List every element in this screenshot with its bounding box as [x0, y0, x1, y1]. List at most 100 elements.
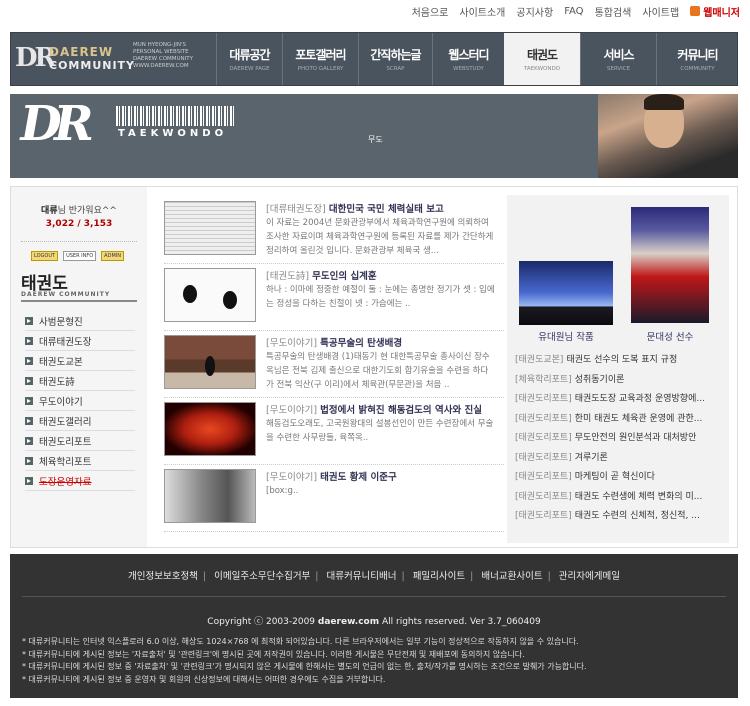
- logo-line2: COMMUNITY: [49, 59, 136, 72]
- recent-post-item[interactable]: [태권도리포트] 태권도 수련의 신체적, 정신적, ...: [515, 505, 725, 525]
- article-thumbnail[interactable]: [164, 402, 256, 456]
- copyright-prefix: Copyright ⓒ 2003-2009: [207, 617, 318, 627]
- figure-shape: [205, 356, 215, 376]
- arrow-icon: [25, 396, 33, 405]
- sidebar-subtitle: DAEREW COMMUNITY: [21, 291, 137, 302]
- rss-icon: [690, 6, 701, 16]
- menu-sublabel: TAEKWONDO: [523, 66, 561, 72]
- sidebar-item[interactable]: 태권도리포트: [25, 431, 135, 451]
- recent-post-item[interactable]: [체육학리포트] 성취동기이론: [515, 369, 725, 389]
- toplink-faq[interactable]: FAQ: [564, 6, 583, 17]
- barcode-graphic: [116, 106, 234, 126]
- article-category: [태권도詩]: [266, 271, 310, 282]
- rss-link[interactable]: 웹매니저: [690, 4, 740, 19]
- menu-sublabel: DAEREW PAGE: [229, 66, 270, 72]
- article-thumbnail[interactable]: [164, 268, 256, 322]
- footer-notes: * 대류커뮤니티는 인터넷 익스플로러 6.0 이상, 해상도 1024×768…: [22, 636, 732, 686]
- sidebar-item-label: 태권도리포트: [39, 436, 92, 448]
- recent-post-item[interactable]: [태권도리포트] 태권도 수련생에 체력 변화의 미...: [515, 486, 725, 506]
- article-title-row[interactable]: [대류태권도장] 대한민국 국민 체력실태 보고: [266, 201, 498, 215]
- separator: |: [315, 571, 319, 582]
- article-title: 대한민국 국민 체력실태 보고: [328, 204, 444, 215]
- footer-link-admin-mail[interactable]: 관리자에게메일: [559, 571, 620, 582]
- recent-post-item[interactable]: [태권도리포트] 겨루기론: [515, 447, 725, 467]
- article-thumbnail[interactable]: [164, 469, 256, 523]
- arrow-icon: [25, 356, 33, 365]
- article-title-row[interactable]: [무도이야기] 법정에서 밝혀진 해동검도의 역사와 진실: [266, 402, 498, 416]
- sidebar-item[interactable]: 태권도갤러리: [25, 411, 135, 431]
- footer-links: 개인정보보호정책 | 이메일주소무단수집거부 | 대류커뮤니티배너 | 패밀리사이트 |…: [10, 568, 738, 582]
- sidebar-item[interactable]: 대류태권도장: [25, 331, 135, 351]
- post-category: [태권도리포트]: [515, 472, 572, 483]
- sidebar-item-label: 체육학리포트: [39, 456, 92, 468]
- recent-post-item[interactable]: [태권도리포트] 마케팅이 곧 혁신이다: [515, 466, 725, 486]
- article-thumbnail[interactable]: [164, 201, 256, 255]
- menu-photo-gallery[interactable]: 포토갤러리 PHOTO GALLERY: [282, 33, 358, 85]
- toplink-sitemap[interactable]: 사이트맵: [642, 4, 679, 19]
- recent-post-item[interactable]: [태권도리포트] 태권도도장 교육과정 운영방향에...: [515, 388, 725, 408]
- article-title-row[interactable]: [무도이야기] 태권도 황제 이준구: [266, 469, 498, 483]
- sidebar-item[interactable]: 태권도詩: [25, 371, 135, 391]
- admin-button[interactable]: ADMIN: [101, 251, 124, 261]
- recent-post-item[interactable]: [태권도교본] 태권도 선수의 도복 표지 규정: [515, 349, 725, 369]
- arrow-icon: [25, 316, 33, 325]
- banner-photo: [598, 94, 738, 178]
- section-banner: DR TAEKWONDO 무도: [10, 94, 738, 178]
- featured-photo-1[interactable]: [519, 261, 613, 325]
- article-excerpt: 해동검도오래도, 고국원왕대의 설봉선인이 만든 수련장에서 무술을 수련한 사…: [266, 419, 494, 443]
- footer-link-email-refusal[interactable]: 이메일주소무단수집거부: [214, 571, 310, 582]
- menu-label: 웹스터디: [448, 48, 489, 62]
- menu-label: 포토갤러리: [295, 48, 346, 62]
- copyright: Copyright ⓒ 2003-2009 daerew.com All rig…: [10, 614, 738, 627]
- footer-link-banner-exchange[interactable]: 배너교환사이트: [481, 571, 542, 582]
- toplink-search[interactable]: 통합검색: [595, 4, 632, 19]
- menu-daerew-page[interactable]: 대류공간 DAEREW PAGE: [216, 33, 282, 85]
- logout-button[interactable]: LOGOUT: [31, 251, 59, 261]
- article-excerpt: [box:g..: [266, 486, 299, 496]
- article-title-row[interactable]: [무도이야기] 특공무술의 탄생배경: [266, 335, 498, 349]
- site-logo[interactable]: DR DAEREW COMMUNITY: [15, 39, 134, 79]
- sidebar-item-label: 대류태권도장: [39, 336, 92, 348]
- featured-caption-1[interactable]: 유대원님 작품: [519, 329, 613, 343]
- user-info-button[interactable]: USER INFO: [63, 251, 97, 261]
- menu-webstudy[interactable]: 웹스터디 WEBSTUDY: [432, 33, 504, 85]
- arrow-icon: [25, 476, 33, 485]
- article-title-row[interactable]: [태권도詩] 무도인의 십계훈: [266, 268, 498, 282]
- recent-post-item[interactable]: [태권도리포트] 무도안전의 원인분석과 대처방안: [515, 427, 725, 447]
- post-title: 태권도 수련의 신체적, 정신적, ...: [574, 511, 700, 522]
- footer-link-banner[interactable]: 대류커뮤니티배너: [327, 571, 397, 582]
- figure-shape: [223, 291, 237, 309]
- article-title: 무도인의 십계훈: [312, 271, 377, 282]
- menu-scrap[interactable]: 간직하는글 SCRAP: [358, 33, 432, 85]
- banner-mark: DR: [15, 96, 91, 152]
- menu-label: 태권도: [526, 48, 558, 62]
- toplink-notice[interactable]: 공지사항: [516, 4, 553, 19]
- menu-taekwondo[interactable]: 태권도 TAEKWONDO: [504, 33, 580, 85]
- toplink-home[interactable]: 처음으로: [412, 4, 449, 19]
- recent-post-item[interactable]: [태권도리포트] 한미 태권도 체육관 운영에 관한...: [515, 408, 725, 428]
- featured-caption-2[interactable]: 문대성 선수: [631, 329, 709, 343]
- arrow-icon: [25, 456, 33, 465]
- post-title: 마케팅이 곧 혁신이다: [574, 472, 655, 483]
- personal-line: DAEREW COMMUNITY: [133, 56, 194, 62]
- footer-link-family[interactable]: 패밀리사이트: [413, 571, 465, 582]
- menu-community[interactable]: 커뮤니티 COMMUNITY: [656, 33, 738, 85]
- article-item: [무도이야기] 법정에서 밝혀진 해동검도의 역사와 진실 해동검도오래도, 고…: [164, 398, 504, 465]
- sidebar-item[interactable]: 도장운영자료: [25, 471, 135, 491]
- article-thumbnail[interactable]: [164, 335, 256, 389]
- sidebar-item[interactable]: 무도이야기: [25, 391, 135, 411]
- greeting-text: 님 반가워요^^: [57, 206, 117, 216]
- toplink-about[interactable]: 사이트소개: [459, 4, 505, 19]
- arrow-icon: [25, 436, 33, 445]
- post-title: 태권도 수련생에 체력 변화의 미...: [574, 491, 703, 502]
- article-item: [무도이야기] 태권도 황제 이준구 [box:g..: [164, 465, 504, 532]
- footer-link-privacy[interactable]: 개인정보보호정책: [128, 571, 198, 582]
- sidebar-menu: 사범문형진 대류태권도장 태권도교본 태권도詩 무도이야기 태권도갤러리 태권도…: [25, 311, 135, 491]
- sidebar-item[interactable]: 사범문형진: [25, 311, 135, 331]
- article-item: [무도이야기] 특공무술의 탄생배경 특공무술의 탄생배경 (1)태동기 현 대…: [164, 331, 504, 398]
- content-area: 대류님 반가워요^^ 3,022 / 3,153 LOGOUT USER INF…: [10, 186, 738, 548]
- featured-photo-2[interactable]: [631, 207, 709, 323]
- sidebar-item[interactable]: 태권도교본: [25, 351, 135, 371]
- menu-service[interactable]: 서비스 SERVICE: [580, 33, 656, 85]
- sidebar-item[interactable]: 체육학리포트: [25, 451, 135, 471]
